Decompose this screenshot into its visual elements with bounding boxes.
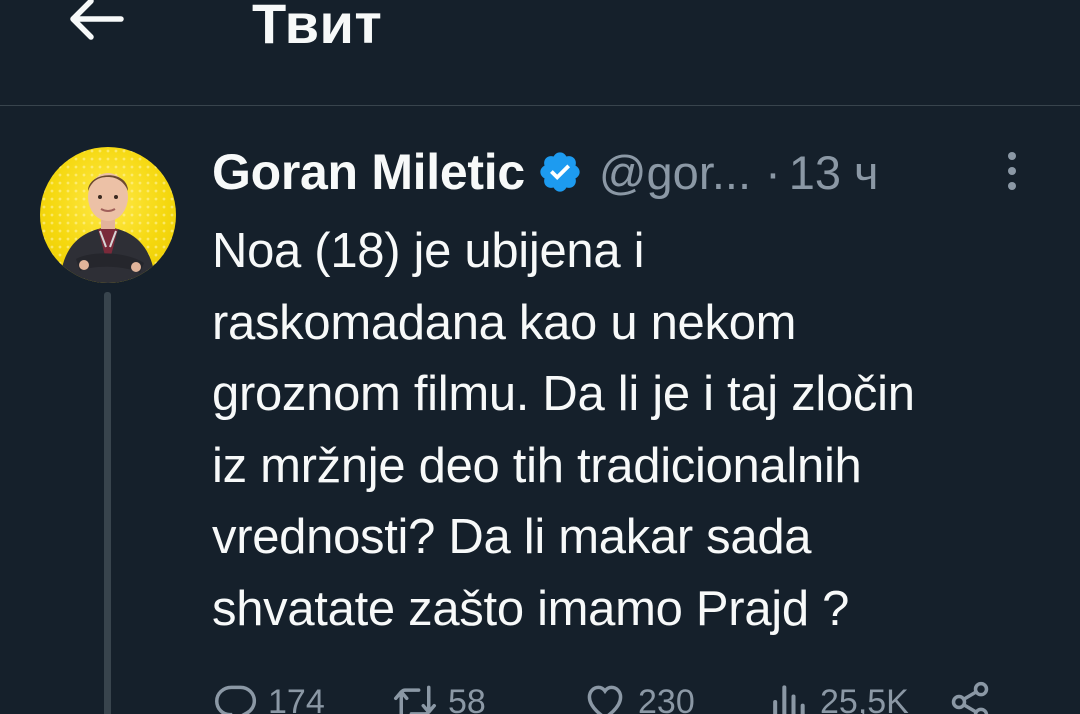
author-name[interactable]: Goran Miletic (212, 143, 525, 201)
more-vertical-icon (1008, 152, 1016, 160)
like-count: 230 (638, 682, 695, 714)
reply-icon (215, 685, 257, 714)
reply-button[interactable]: 174 (214, 680, 325, 714)
retweet-count: 58 (448, 682, 486, 714)
reply-count: 174 (268, 682, 325, 714)
back-button[interactable] (62, 0, 128, 46)
thread-line (104, 292, 111, 714)
tweet-timestamp[interactable]: 13 ч (789, 145, 879, 200)
views-icon (773, 685, 805, 714)
avatar-photo (40, 147, 176, 283)
like-button[interactable]: 230 (582, 680, 695, 714)
tweet-actions: 174 58 230 25,5K (214, 680, 1080, 714)
tweet-text: Noa (18) je ubijena i raskomadana kao u … (212, 224, 915, 636)
more-options-button[interactable] (992, 146, 1032, 196)
avatar[interactable] (40, 147, 176, 283)
top-bar: Твит (0, 0, 1080, 106)
retweet-button[interactable]: 58 (392, 680, 486, 714)
tweet-header: Goran Miletic @gor... · 13 ч (212, 140, 879, 204)
separator-dot: · (765, 145, 781, 199)
author-handle[interactable]: @gor... (599, 145, 751, 200)
retweet-icon (394, 685, 436, 714)
verified-badge-icon (537, 149, 583, 195)
arrow-left-icon (70, 0, 124, 40)
views-count: 25,5K (820, 682, 909, 714)
views-button[interactable]: 25,5K (766, 680, 909, 714)
share-button[interactable] (946, 680, 994, 714)
heart-icon (587, 685, 623, 714)
share-icon (951, 681, 989, 714)
page-title: Твит (252, 0, 383, 55)
